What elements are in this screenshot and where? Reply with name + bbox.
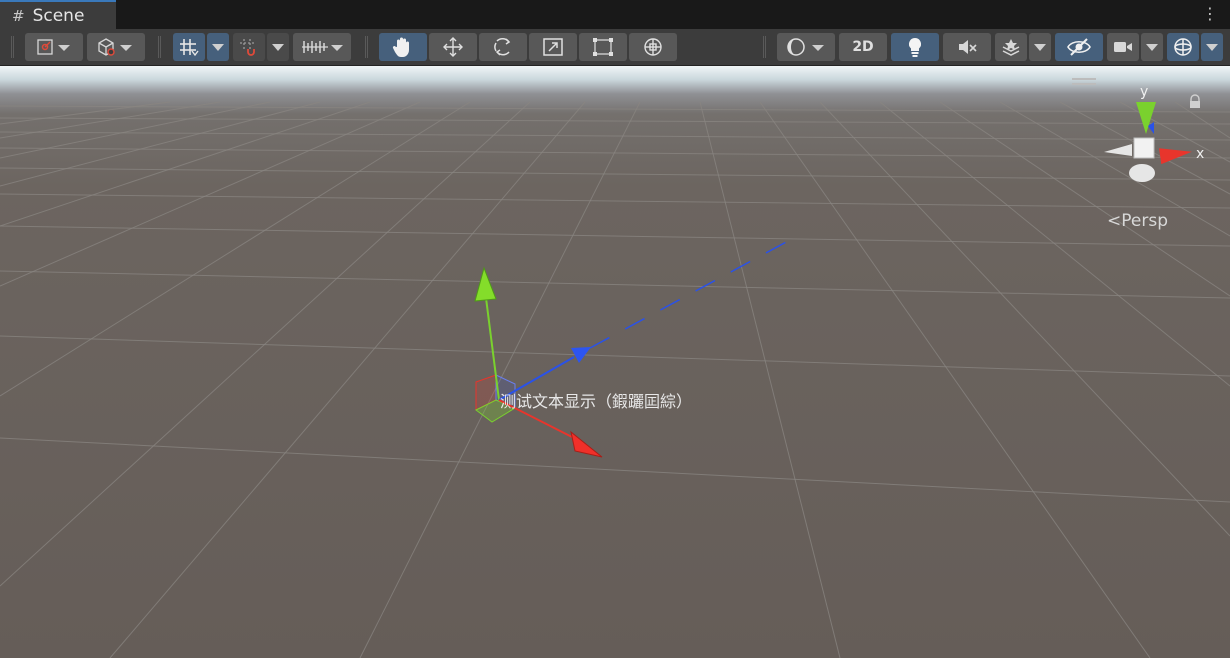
toolbar-grip[interactable] [158,36,161,58]
camera-icon [1114,42,1132,52]
chevron-down-icon [1146,43,1158,51]
draw-mode-button[interactable] [777,33,835,61]
audio-toggle-button[interactable] [943,33,991,61]
rotate-icon [494,38,511,56]
tab-scene[interactable]: # Scene [0,0,116,29]
local-cube-icon [98,38,132,56]
grid-snapping-button[interactable] [233,33,265,61]
scene-toolbar: 2D [0,29,1230,66]
lighting-toggle-button[interactable] [891,33,939,61]
grid-dropdown-button[interactable] [207,33,229,61]
grid-icon [180,39,199,57]
toggle-2d-button[interactable]: 2D [839,33,887,61]
chevron-down-icon [1206,43,1218,51]
chevron-down-icon [212,43,224,51]
chevron-left-icon: < [1107,211,1122,231]
scale-icon [543,38,563,56]
gizmos-dropdown-button[interactable] [1201,33,1223,61]
ruler-icon [302,41,343,53]
chevron-down-icon [1034,43,1046,51]
rect-tool-button[interactable] [579,33,627,61]
projection-toggle[interactable]: <Persp [1107,211,1168,231]
view-tool-button[interactable] [379,33,427,61]
grid-snap-icon [240,39,255,56]
speaker-muted-icon [959,40,977,54]
move-arrows-icon [443,37,463,57]
gizmo-sphere-icon [1174,38,1192,56]
tool-handle-position-button[interactable] [25,33,83,61]
orientation-gizmo[interactable]: y x [1092,74,1212,189]
camera-dropdown-button[interactable] [1141,33,1163,61]
gizmos-toggle-button[interactable] [1167,33,1199,61]
rect-transform-icon [593,38,613,56]
grid-snapping-dropdown-button[interactable] [267,33,289,61]
transform-icon [644,38,662,56]
effects-dropdown-button[interactable] [1029,33,1051,61]
scene-visibility-button[interactable] [1055,33,1103,61]
move-tool-button[interactable] [429,33,477,61]
rotate-tool-button[interactable] [479,33,527,61]
lock-icon[interactable] [1188,94,1202,110]
scene-grid [0,101,1230,658]
toolbar-grip[interactable] [365,36,368,58]
toggle-2d-label: 2D [852,39,874,55]
gizmo-x-label: x [1196,146,1204,162]
transform-tool-button[interactable] [629,33,677,61]
scale-tool-button[interactable] [529,33,577,61]
shaded-sphere-icon [787,38,824,56]
gizmo-y-label: y [1140,84,1148,100]
lightbulb-icon [908,37,922,57]
camera-settings-button[interactable] [1107,33,1139,61]
toolbar-grip[interactable] [763,36,766,58]
effects-toggle-button[interactable] [995,33,1027,61]
projection-label: Persp [1121,211,1168,231]
chevron-down-icon [272,43,284,51]
eye-hidden-icon [1067,38,1091,56]
effects-layers-icon [1002,39,1020,56]
grid-visibility-button[interactable] [173,33,205,61]
tab-bar: # Scene ⋮ [0,0,1230,29]
increment-snapping-button[interactable] [293,33,351,61]
scene-viewport[interactable]: 测试文本显示（鍜躧囸綜） y x <Persp [0,66,1230,658]
object-text-label: 测试文本显示（鍜躧囸綜） [500,392,693,411]
tool-handle-rotation-button[interactable] [87,33,145,61]
tab-scene-label: Scene [32,5,85,26]
toolbar-grip[interactable] [11,36,14,58]
grid-hash-icon: # [12,6,25,25]
more-options-icon[interactable]: ⋮ [1202,5,1218,23]
hand-icon [392,37,409,57]
pivot-icon [37,39,70,55]
